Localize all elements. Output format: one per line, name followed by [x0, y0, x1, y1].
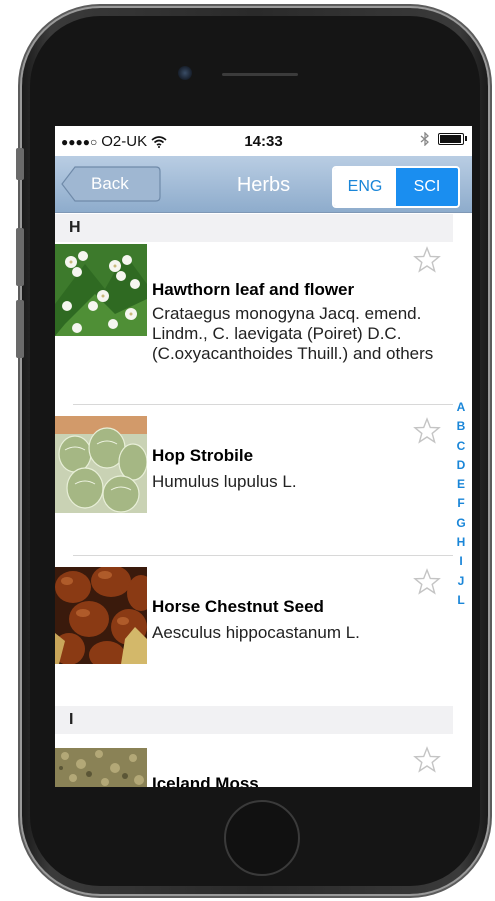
index-letter[interactable]: H — [457, 533, 466, 552]
home-button[interactable] — [224, 800, 300, 876]
item-subtitle: Aesculus hippocastanum L. — [152, 623, 360, 642]
row-divider — [73, 555, 453, 556]
earpiece-speaker — [222, 73, 298, 76]
item-title: Horse Chestnut Seed — [152, 597, 324, 616]
segment-eng[interactable]: ENG — [334, 168, 396, 206]
index-letter[interactable]: I — [459, 552, 462, 571]
index-letter[interactable]: J — [458, 572, 465, 591]
section-letter: H — [69, 219, 81, 236]
index-letter[interactable]: D — [457, 456, 466, 475]
battery-icon — [438, 133, 467, 145]
navigation-bar: Back Herbs ENG SCI — [55, 156, 472, 213]
app-screen: ●●●●○ O2-UK 14:33 Back Herbs ENG SCI H H… — [55, 126, 472, 787]
language-segmented-control: ENG SCI — [332, 166, 460, 208]
list-item[interactable]: Horse Chestnut Seed Aesculus hippocastan… — [55, 557, 453, 707]
item-title: Hawthorn leaf and flower — [152, 280, 355, 299]
horse-chestnut-thumbnail — [55, 567, 147, 664]
favorite-star-icon[interactable] — [413, 417, 441, 445]
list-item[interactable]: Hop Strobile Humulus lupulus L. — [55, 406, 453, 556]
list-item[interactable]: Hawthorn leaf and flower Crataegus monog… — [55, 242, 453, 404]
list-item[interactable]: Iceland Moss — [55, 734, 453, 787]
item-title: Hop Strobile — [152, 446, 254, 465]
item-subtitle: Humulus lupulus L. — [152, 472, 297, 491]
mute-switch — [16, 148, 24, 180]
index-letter[interactable]: E — [457, 475, 465, 494]
clock-time: 14:33 — [244, 133, 283, 150]
index-letter[interactable]: B — [457, 417, 466, 436]
hop-thumbnail — [55, 416, 147, 513]
index-letter[interactable]: L — [457, 591, 464, 610]
row-divider — [73, 404, 453, 405]
index-letter[interactable]: C — [457, 437, 466, 456]
front-camera — [178, 66, 192, 80]
volume-up-button — [16, 228, 24, 286]
volume-down-button — [16, 300, 24, 358]
section-letter: I — [69, 711, 74, 728]
iceland-moss-thumbnail — [55, 748, 147, 787]
status-bar: ●●●●○ O2-UK 14:33 — [55, 126, 472, 156]
item-subtitle: Crataegus monogyna Jacq. emend. Lindm., … — [152, 304, 434, 363]
segment-sci[interactable]: SCI — [396, 168, 458, 206]
section-header-h: H — [55, 214, 453, 242]
favorite-star-icon[interactable] — [413, 746, 441, 774]
index-letter[interactable]: G — [456, 514, 465, 533]
index-letter[interactable]: F — [457, 494, 464, 513]
hawthorn-thumbnail — [55, 244, 147, 336]
bluetooth-icon — [420, 132, 429, 146]
favorite-star-icon[interactable] — [413, 568, 441, 596]
section-index[interactable]: ABCDEFGHIJL — [450, 398, 472, 610]
index-letter[interactable]: A — [457, 398, 466, 417]
favorite-star-icon[interactable] — [413, 246, 441, 274]
section-header-i: I — [55, 706, 453, 734]
item-title: Iceland Moss — [152, 774, 259, 787]
